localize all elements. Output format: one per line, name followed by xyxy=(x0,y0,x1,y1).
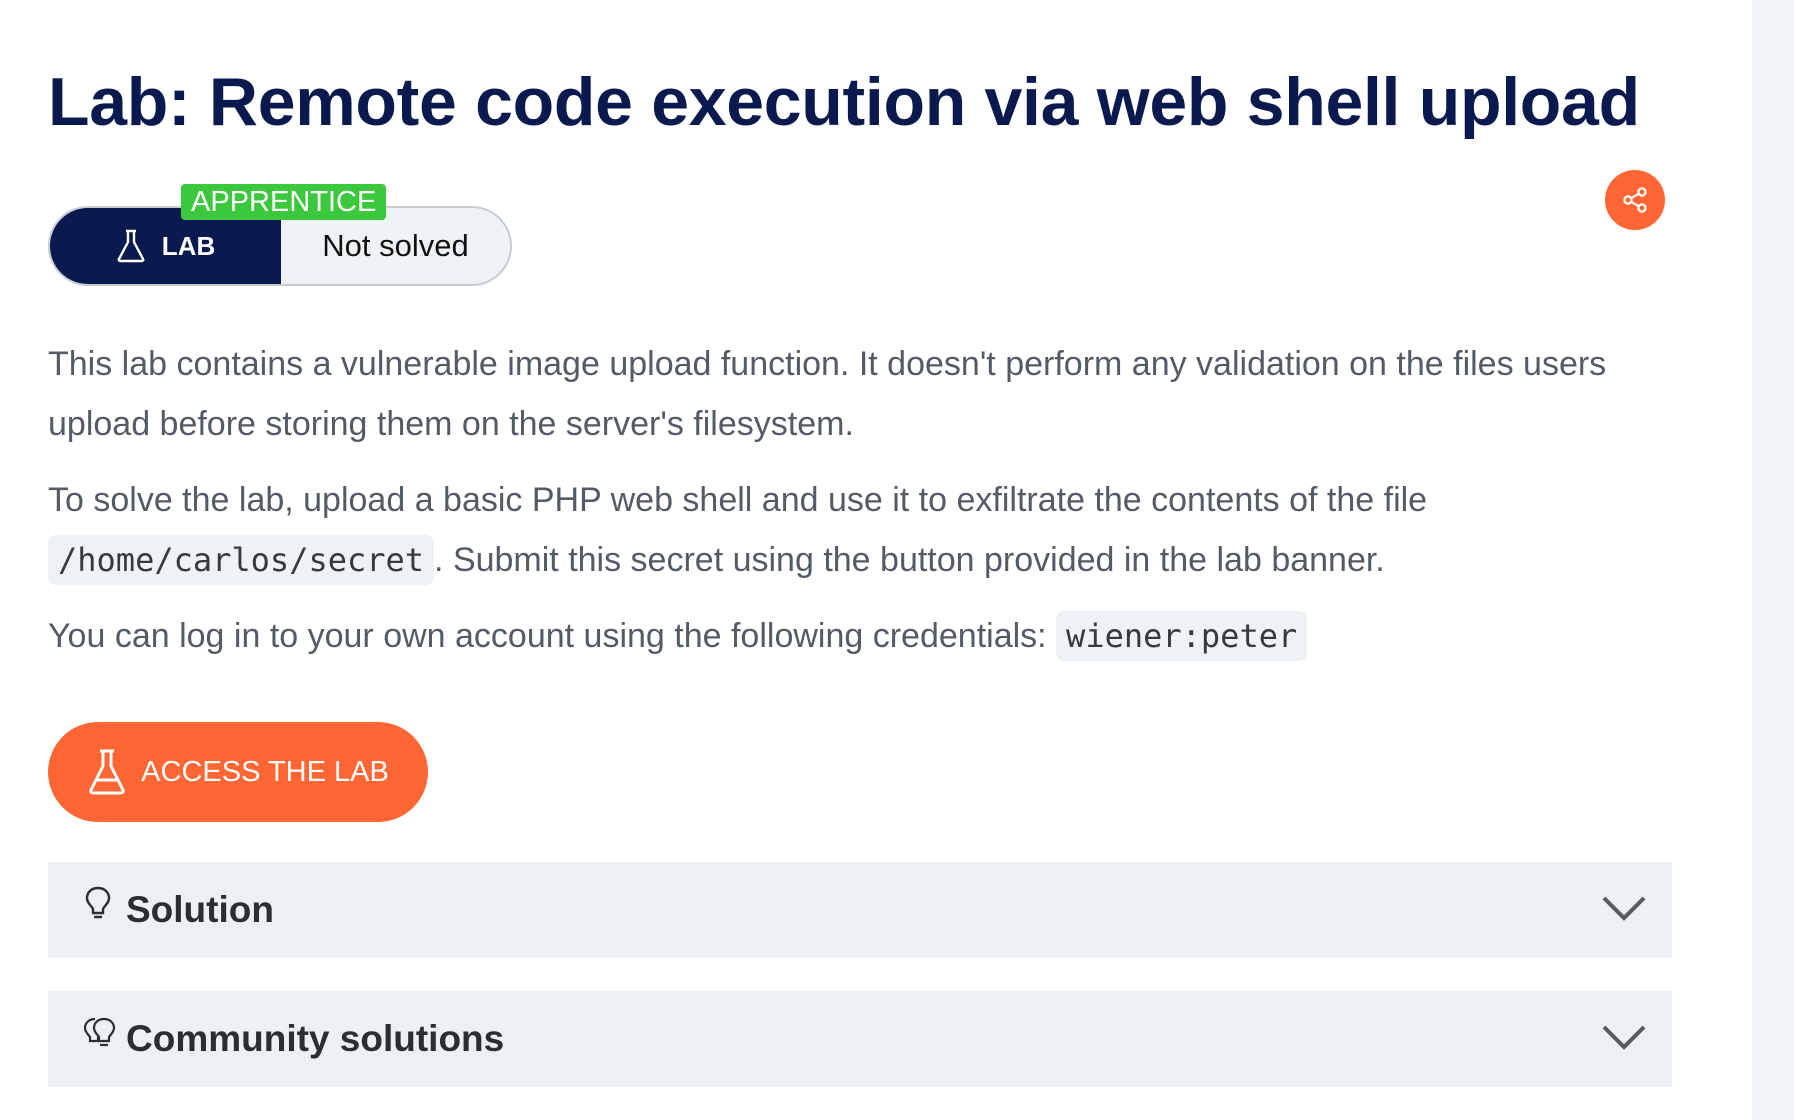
page: Lab: Remote code execution via web shell… xyxy=(0,0,1794,1120)
lab-type-label: LAB xyxy=(161,230,216,261)
access-lab-button[interactable]: ACCESS THE LAB xyxy=(48,722,428,822)
lightbulbs-icon xyxy=(83,1017,116,1047)
description-paragraph-2: To solve the lab, upload a basic PHP web… xyxy=(48,470,1668,590)
lightbulb-icon xyxy=(85,886,111,919)
difficulty-badge: APPRENTICE xyxy=(181,184,387,220)
access-lab-label: ACCESS THE LAB xyxy=(141,755,389,788)
description-paragraph-3: You can log in to your own account using… xyxy=(48,606,1668,666)
flask-icon xyxy=(89,749,125,795)
share-icon xyxy=(1623,187,1647,213)
description-text: To solve the lab, upload a basic PHP web… xyxy=(48,481,1428,519)
page-title: Lab: Remote code execution via web shell… xyxy=(48,64,1640,140)
share-button[interactable] xyxy=(1605,170,1665,230)
chevron-down-icon xyxy=(1602,896,1646,921)
description-paragraph-1: This lab contains a vulnerable image upl… xyxy=(48,345,1607,443)
solution-label: Solution xyxy=(126,889,274,930)
solution-accordion[interactable]: Solution xyxy=(48,862,1672,958)
community-solutions-label: Community solutions xyxy=(126,1018,505,1059)
community-solutions-accordion[interactable]: Community solutions xyxy=(48,991,1672,1087)
credentials-code: wiener:peter xyxy=(1056,611,1308,661)
lab-status-widget: LAB Not solved APPRENTICE xyxy=(48,184,512,286)
description-text: You can log in to your own account using… xyxy=(48,617,1057,655)
flask-icon xyxy=(117,229,145,263)
description-text: . Submit this secret using the button pr… xyxy=(434,541,1385,579)
chevron-down-icon xyxy=(1602,1025,1646,1050)
file-path-code: /home/carlos/secret xyxy=(48,535,435,585)
right-gutter xyxy=(1752,0,1794,1120)
